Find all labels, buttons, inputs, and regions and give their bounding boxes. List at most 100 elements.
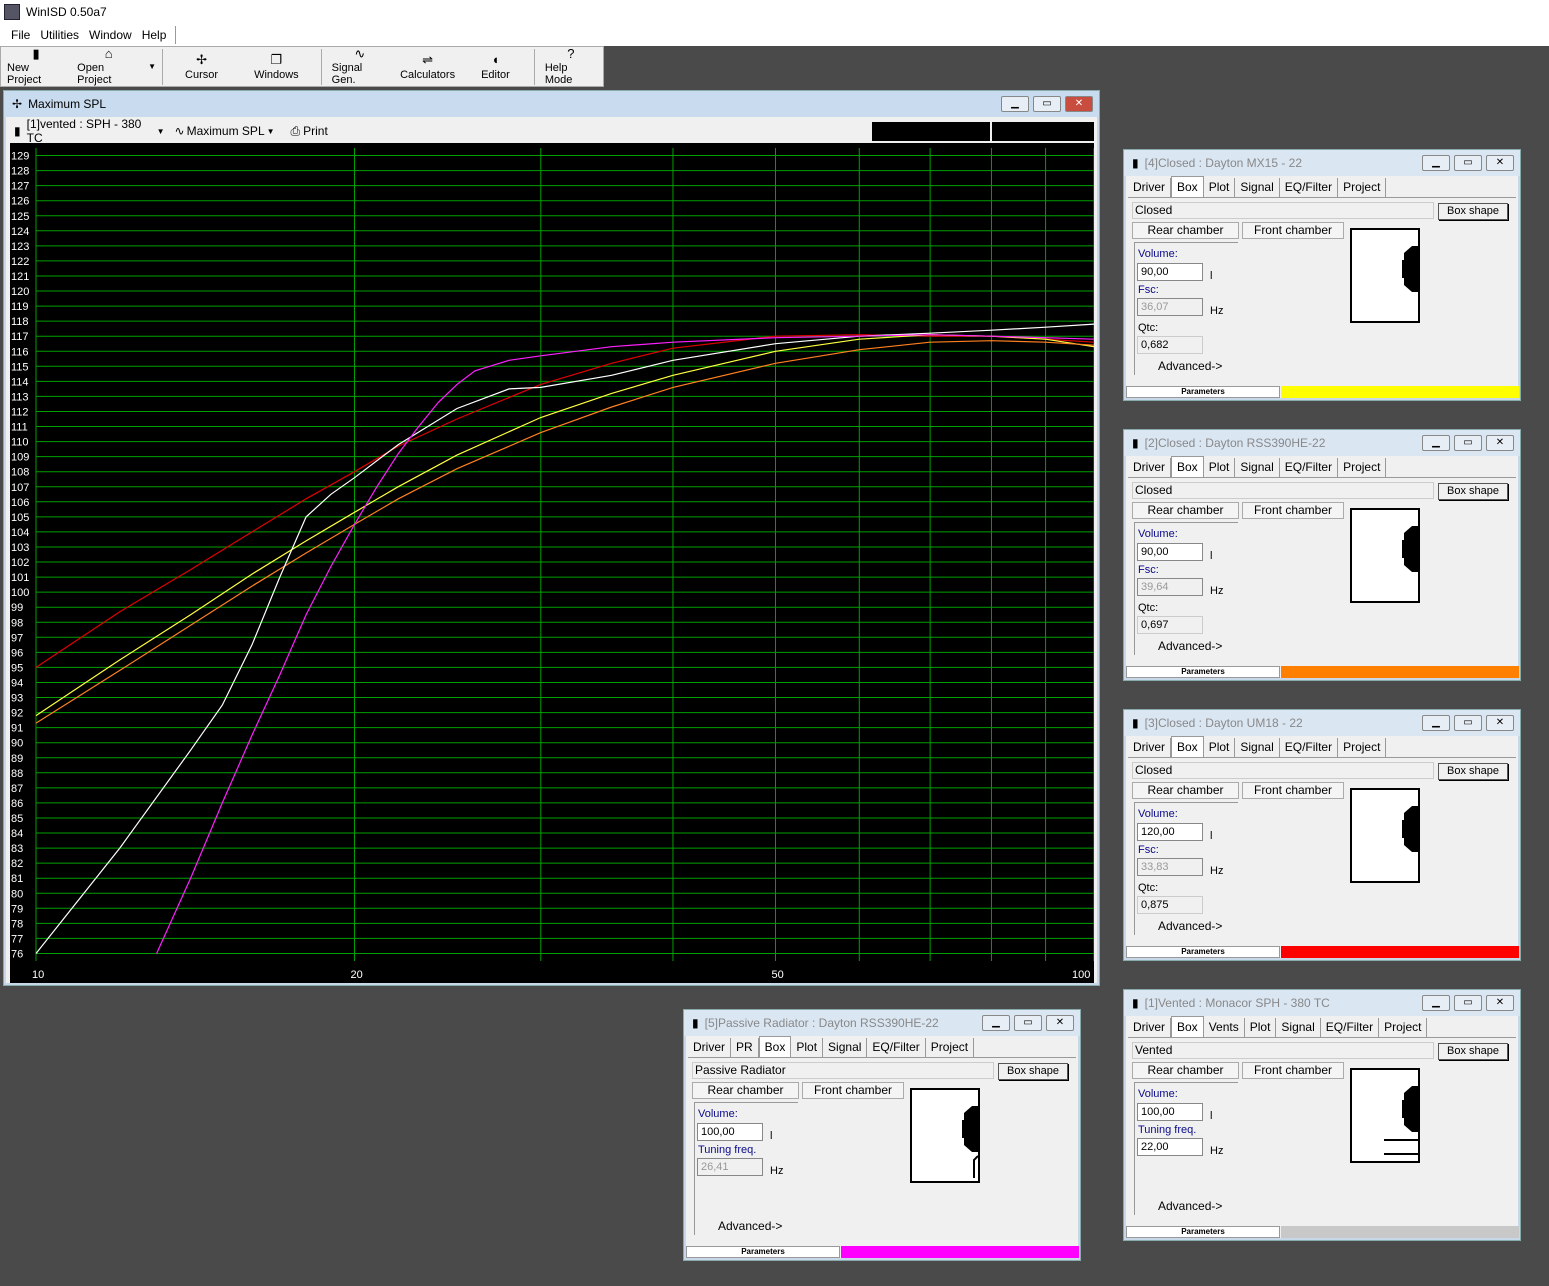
front-chamber-tab[interactable]: Front chamber [1242,1062,1344,1079]
minimize-button[interactable]: ▁ [1422,715,1450,731]
rear-chamber-tab[interactable]: Rear chamber [1132,502,1239,519]
chevron-down-icon[interactable]: ▼ [157,127,165,136]
tab-eq-filter[interactable]: EQ/Filter [867,1038,926,1057]
new-project-button[interactable]: ▮ New Project [1,47,71,87]
rear-chamber-tab[interactable]: Rear chamber [1132,782,1239,799]
chevron-down-icon[interactable]: ▼ [267,127,275,136]
menu-utilities[interactable]: Utilities [40,28,79,42]
main-toolbar: ▮ New Project ⌂ Open Project ▼ ✢ Cursor ❐ Wi… [0,46,604,87]
minimize-button[interactable]: ▁ [1422,435,1450,451]
tab-eq-filter[interactable]: EQ/Filter [1280,178,1339,197]
editor-button[interactable]: ◖ Editor [461,47,530,86]
tab-signal[interactable]: Signal [1235,738,1280,757]
tuning-input[interactable] [697,1158,763,1176]
tab-signal[interactable]: Signal [1235,458,1280,477]
open-project-dropdown[interactable]: ▼ [146,47,158,86]
close-button[interactable]: ✕ [1065,96,1093,112]
advanced-button[interactable]: Advanced-> [1158,1199,1222,1213]
tab-eq-filter[interactable]: EQ/Filter [1280,458,1339,477]
tab-driver[interactable]: Driver [1128,1018,1171,1037]
project-select[interactable]: [1]vented : SPH - 380 TC [27,117,157,145]
tab-driver[interactable]: Driver [1128,178,1171,197]
advanced-button[interactable]: Advanced-> [718,1219,782,1233]
volume-input[interactable] [1137,263,1203,281]
box-shape-button[interactable]: Box shape [1438,483,1508,500]
tab-project[interactable]: Project [1379,1018,1428,1037]
maximize-button[interactable]: ▭ [1454,995,1482,1011]
minimize-button[interactable]: ▁ [1001,96,1029,112]
tab-eq-filter[interactable]: EQ/Filter [1280,738,1339,757]
tab-signal[interactable]: Signal [1235,178,1280,197]
cursor-button[interactable]: ✢ Cursor [167,47,236,86]
rear-chamber-tab[interactable]: Rear chamber [1132,1062,1239,1079]
tab-eq-filter[interactable]: EQ/Filter [1321,1018,1380,1037]
minimize-button[interactable]: ▁ [982,1015,1010,1031]
maximize-button[interactable]: ▭ [1033,96,1061,112]
volume-input[interactable] [1137,823,1203,841]
tab-signal[interactable]: Signal [1276,1018,1321,1037]
tab-driver[interactable]: Driver [1128,738,1171,757]
tab-project[interactable]: Project [1338,178,1387,197]
tab-signal[interactable]: Signal [823,1038,868,1057]
tab-plot[interactable]: Plot [1245,1018,1277,1037]
tab-plot[interactable]: Plot [1204,738,1236,757]
advanced-button[interactable]: Advanced-> [1158,639,1222,653]
tab-driver[interactable]: Driver [688,1038,731,1057]
box-shape-button[interactable]: Box shape [1438,1043,1508,1060]
close-button[interactable]: ✕ [1486,995,1514,1011]
print-button[interactable]: Print [303,124,328,138]
minimize-button[interactable]: ▁ [1422,155,1450,171]
spl-graph[interactable]: 76 77 78 79 80 81 82 83 84 85 86 87 88 89 90 91 92 93 94 95… [10,143,1094,983]
signal-gen-button[interactable]: ∿ Signal Gen. [326,47,394,87]
tab-plot[interactable]: Plot [1204,458,1236,477]
minimize-button[interactable]: ▁ [1422,995,1450,1011]
close-button[interactable]: ✕ [1046,1015,1074,1031]
front-chamber-tab[interactable]: Front chamber [1242,502,1344,519]
tab-project[interactable]: Project [1338,738,1387,757]
tab-pr[interactable]: PR [731,1038,759,1057]
tab-plot[interactable]: Plot [1204,178,1236,197]
tab-project[interactable]: Project [926,1038,975,1057]
box-shape-button[interactable]: Box shape [1438,203,1508,220]
advanced-button[interactable]: Advanced-> [1158,359,1222,373]
tab-driver[interactable]: Driver [1128,458,1171,477]
tab-plot[interactable]: Plot [791,1038,824,1057]
maximize-button[interactable]: ▭ [1014,1015,1042,1031]
box-shape-button[interactable]: Box shape [1438,763,1508,780]
tuning-input[interactable] [1137,858,1203,876]
volume-input[interactable] [1137,543,1203,561]
menu-file[interactable]: File [11,28,30,42]
tab-box[interactable]: Box [1171,736,1204,757]
advanced-button[interactable]: Advanced-> [1158,919,1222,933]
plot-type-select[interactable]: Maximum SPL [187,124,267,138]
close-button[interactable]: ✕ [1486,435,1514,451]
tuning-input[interactable] [1137,1138,1203,1156]
tab-vents[interactable]: Vents [1204,1018,1245,1037]
maximize-button[interactable]: ▭ [1454,435,1482,451]
tab-box[interactable]: Box [758,1036,792,1057]
tab-box[interactable]: Box [1171,1016,1204,1037]
close-button[interactable]: ✕ [1486,155,1514,171]
rear-chamber-tab[interactable]: Rear chamber [1132,222,1239,239]
menu-window[interactable]: Window [89,28,132,42]
tuning-input[interactable] [1137,578,1203,596]
tuning-input[interactable] [1137,298,1203,316]
maximize-button[interactable]: ▭ [1454,715,1482,731]
maximize-button[interactable]: ▭ [1454,155,1482,171]
rear-chamber-tab[interactable]: Rear chamber [692,1082,799,1099]
front-chamber-tab[interactable]: Front chamber [802,1082,904,1099]
close-button[interactable]: ✕ [1486,715,1514,731]
volume-input[interactable] [697,1123,763,1141]
box-shape-button[interactable]: Box shape [998,1063,1068,1080]
windows-button[interactable]: ❐ Windows [236,47,317,86]
tab-box[interactable]: Box [1171,456,1204,477]
volume-input[interactable] [1137,1103,1203,1121]
calculators-button[interactable]: ⇌ Calculators [394,47,461,86]
tab-project[interactable]: Project [1338,458,1387,477]
open-project-button[interactable]: ⌂ Open Project [71,47,146,87]
front-chamber-tab[interactable]: Front chamber [1242,222,1344,239]
menu-help[interactable]: Help [142,28,167,42]
help-mode-button[interactable]: ? Help Mode [539,47,603,87]
tab-box[interactable]: Box [1171,176,1204,197]
front-chamber-tab[interactable]: Front chamber [1242,782,1344,799]
